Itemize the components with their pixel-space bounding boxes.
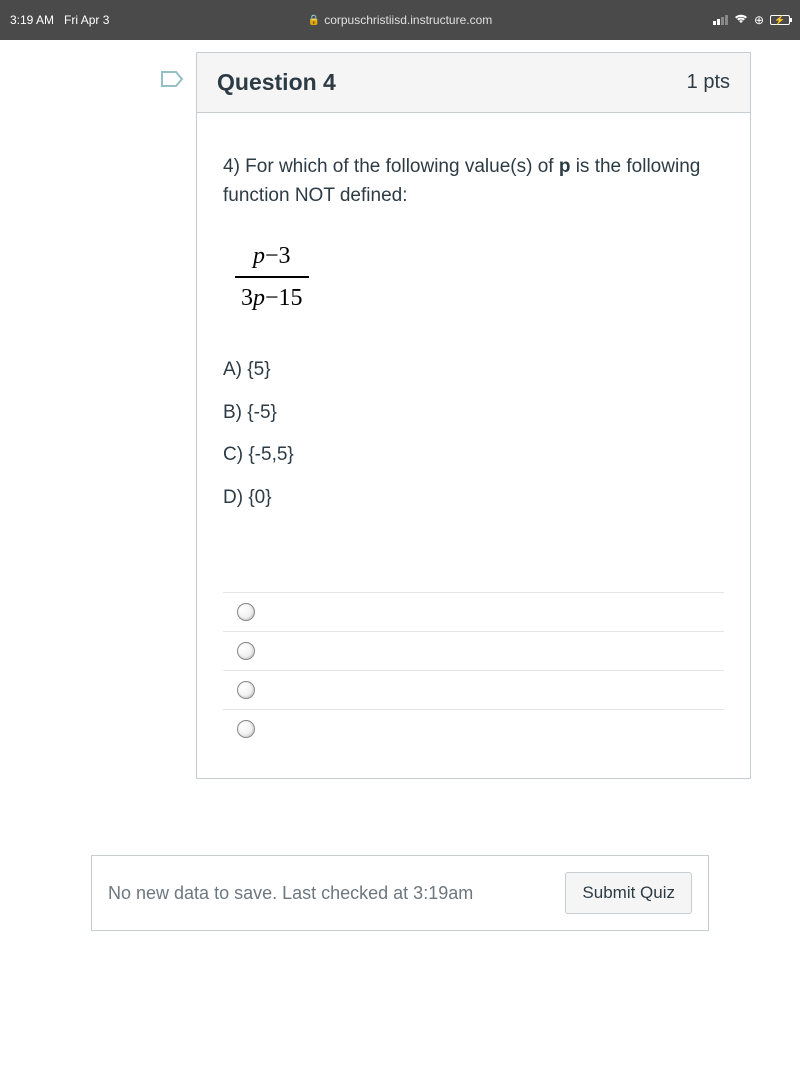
radio-icon[interactable]: [237, 603, 255, 621]
status-right: ⊕ ⚡: [713, 13, 790, 27]
den-rest: −15: [265, 285, 303, 311]
choice-list: A) {5} B) {-5} C) {-5,5} D) {0}: [223, 356, 724, 512]
url-display: 🔒 corpuschristiisd.instructure.com: [308, 13, 493, 27]
url-text: corpuschristiisd.instructure.com: [324, 13, 492, 27]
choice-a: A) {5}: [223, 356, 724, 385]
prompt-prefix: 4) For which of the following value(s) o…: [223, 156, 559, 177]
question-body: 4) For which of the following value(s) o…: [197, 113, 750, 778]
answer-option-4[interactable]: [223, 709, 724, 748]
question-title: Question 4: [217, 69, 336, 96]
question-points: 1 pts: [687, 71, 730, 94]
submit-quiz-button[interactable]: Submit Quiz: [565, 872, 692, 914]
num-rest: −3: [265, 243, 291, 269]
save-status-text: No new data to save. Last checked at 3:1…: [108, 883, 473, 904]
status-date: Fri Apr 3: [64, 13, 109, 27]
den-coef: 3: [241, 285, 253, 311]
answer-option-3[interactable]: [223, 670, 724, 709]
radio-icon[interactable]: [237, 720, 255, 738]
choice-c: C) {-5,5}: [223, 441, 724, 470]
status-bar: 3:19 AM Fri Apr 3 🔒 corpuschristiisd.ins…: [0, 0, 800, 40]
quiz-footer: No new data to save. Last checked at 3:1…: [91, 855, 709, 931]
fraction-numerator: p−3: [235, 238, 309, 276]
radio-icon[interactable]: [237, 681, 255, 699]
math-fraction: p−3 3p−15: [235, 238, 309, 316]
lock-icon: 🔒: [308, 15, 320, 26]
prompt-variable: p: [559, 156, 571, 177]
radio-icon[interactable]: [237, 642, 255, 660]
battery-icon: ⚡: [770, 15, 790, 25]
question-card: Question 4 1 pts 4) For which of the fol…: [196, 52, 751, 779]
orientation-lock-icon: ⊕: [754, 13, 764, 27]
num-var: p: [253, 243, 265, 269]
question-header: Question 4 1 pts: [197, 53, 750, 113]
wifi-icon: [734, 13, 748, 27]
choice-b: B) {-5}: [223, 399, 724, 428]
answer-options: [223, 592, 724, 748]
answer-option-2[interactable]: [223, 631, 724, 670]
status-time: 3:19 AM: [10, 13, 54, 27]
status-left: 3:19 AM Fri Apr 3: [10, 13, 109, 27]
bookmark-tag-icon: [160, 68, 184, 90]
answer-option-1[interactable]: [223, 592, 724, 631]
choice-d: D) {0}: [223, 484, 724, 513]
signal-icon: [713, 15, 728, 25]
den-var: p: [253, 285, 265, 311]
question-prompt: 4) For which of the following value(s) o…: [223, 153, 724, 210]
fraction-denominator: 3p−15: [235, 278, 309, 316]
